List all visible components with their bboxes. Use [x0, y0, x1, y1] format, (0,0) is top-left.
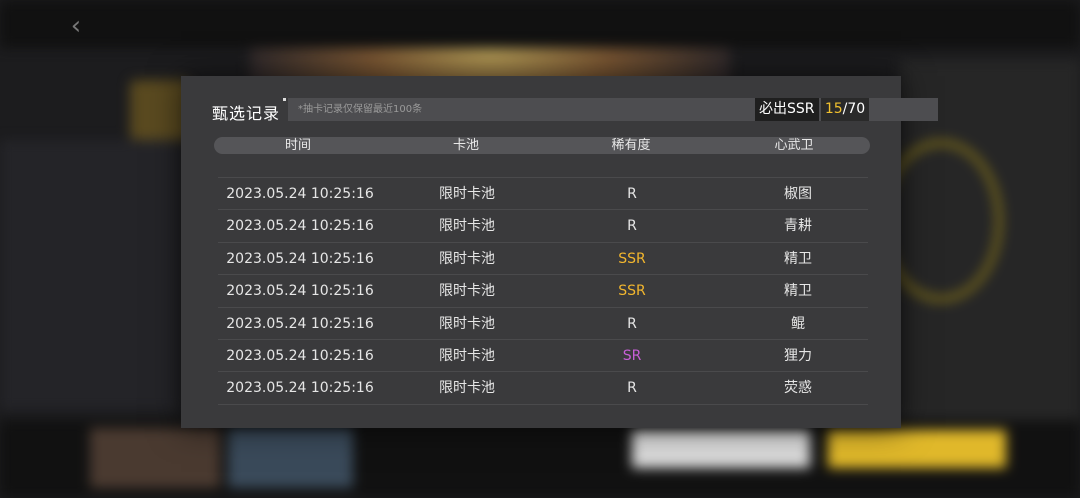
table-row: 2023.05.24 10:25:16 限时卡池 R 青耕 — [218, 210, 868, 243]
row-pool: 限时卡池 — [439, 186, 495, 202]
row-guardian: 椒图 — [784, 186, 812, 202]
bottom-thumbnail-2 — [228, 428, 353, 488]
row-guardian: 荧惑 — [784, 380, 812, 397]
row-rarity: R — [627, 218, 637, 235]
column-header-time: 时间 — [284, 138, 312, 153]
row-rarity: SSR — [618, 250, 646, 267]
row-pool: 限时卡池 — [439, 283, 495, 300]
gacha-history-dialog: 甄选记录 *抽卡记录仅保留最近100条 必出SSR 15/70 时间 卡池 稀有… — [181, 76, 938, 428]
chevron-left-icon: ‹ — [70, 11, 82, 41]
row-time: 2023.05.24 10:25:16 — [226, 380, 374, 397]
row-guardian: 狸力 — [784, 347, 812, 364]
bottom-button-2 — [828, 430, 1006, 468]
title-mark — [283, 98, 286, 101]
table-row: 2023.05.24 10:25:16 限时卡池 R 椒图 — [218, 178, 868, 211]
row-time: 2023.05.24 10:25:16 — [226, 186, 374, 202]
row-pool: 限时卡池 — [439, 218, 495, 235]
row-pool: 限时卡池 — [439, 250, 495, 267]
column-header-rarity: 稀有度 — [611, 138, 651, 153]
pity-counter: 15/70 — [821, 98, 869, 121]
row-rarity: R — [627, 380, 637, 397]
pity-max: 70 — [847, 101, 866, 117]
row-pool: 限时卡池 — [439, 380, 495, 397]
row-time: 2023.05.24 10:25:16 — [226, 250, 374, 267]
pity-label: 必出SSR — [755, 98, 819, 121]
left-panel — [0, 140, 180, 410]
back-button[interactable]: ‹ — [54, 12, 98, 40]
row-time: 2023.05.24 10:25:16 — [226, 218, 374, 235]
table-row: 2023.05.24 10:25:16 限时卡池 SSR 精卫 — [218, 243, 868, 276]
row-guardian: 精卫 — [784, 283, 812, 300]
row-pool: 限时卡池 — [439, 315, 495, 332]
column-header-pool: 卡池 — [452, 138, 480, 153]
row-time: 2023.05.24 10:25:16 — [226, 347, 374, 364]
table-row: 2023.05.24 10:25:16 限时卡池 SSR 精卫 — [218, 275, 868, 308]
row-guardian: 青耕 — [784, 218, 812, 235]
table-row: 2023.05.24 10:25:16 限时卡池 R 鲲 — [218, 308, 868, 340]
row-time: 2023.05.24 10:25:16 — [226, 283, 374, 300]
bottom-thumbnail-1 — [90, 428, 220, 488]
row-guardian: 精卫 — [784, 250, 812, 267]
pity-current: 15 — [824, 101, 843, 117]
table-row: 2023.05.24 10:25:16 限时卡池 R 荧惑 — [218, 372, 868, 405]
row-time: 2023.05.24 10:25:16 — [226, 315, 374, 332]
row-pool: 限时卡池 — [439, 347, 495, 364]
dialog-title: 甄选记录 — [212, 104, 281, 123]
table-row: 2023.05.24 10:25:16 限时卡池 SR 狸力 — [218, 340, 868, 373]
column-header-guardian: 心武卫 — [774, 138, 814, 153]
row-guardian: 鲲 — [791, 315, 805, 332]
row-rarity: R — [627, 186, 637, 202]
top-bar — [0, 0, 1080, 48]
row-rarity: SR — [622, 347, 642, 364]
table-header: 时间 卡池 稀有度 心武卫 — [214, 137, 870, 154]
bottom-button-1 — [632, 430, 810, 468]
history-list[interactable]: 2023.05.24 10:25:16 限时卡池 R 椒图 2023.05.24 10:… — [218, 178, 868, 405]
row-rarity: SSR — [618, 283, 646, 300]
row-rarity: R — [627, 315, 637, 332]
